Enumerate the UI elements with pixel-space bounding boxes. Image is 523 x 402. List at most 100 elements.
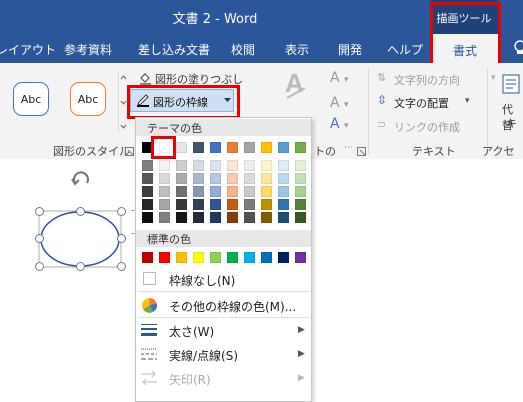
theme-shade-swatch[interactable] [295, 199, 306, 210]
standard-color-swatch[interactable] [210, 252, 221, 263]
theme-shade-swatch[interactable] [176, 212, 187, 223]
theme-color-swatch[interactable] [244, 142, 255, 153]
theme-shade-swatch[interactable] [278, 199, 289, 210]
theme-shade-swatch[interactable] [244, 173, 255, 184]
resize-handle[interactable] [117, 207, 126, 216]
theme-shade-swatch[interactable] [193, 160, 204, 171]
standard-color-swatch[interactable] [193, 252, 204, 263]
theme-shade-swatch[interactable] [261, 160, 272, 171]
theme-shade-swatch[interactable] [278, 212, 289, 223]
theme-shade-swatch[interactable] [278, 186, 289, 197]
shape-style-preview-1[interactable]: Abc [13, 82, 49, 116]
arrows-item[interactable]: 矢印(R) ▶ [136, 366, 311, 390]
text-position-button[interactable]: ⇳ 文字の配置 ▾ [377, 93, 499, 110]
standard-color-swatch[interactable] [176, 252, 187, 263]
theme-shade-swatch[interactable] [278, 173, 289, 184]
theme-shade-swatch[interactable] [176, 186, 187, 197]
resize-handle[interactable] [76, 262, 85, 271]
theme-shade-swatch[interactable] [210, 160, 221, 171]
theme-shade-swatch[interactable] [227, 186, 238, 197]
theme-shade-swatch[interactable] [295, 212, 306, 223]
theme-shade-swatch[interactable] [227, 173, 238, 184]
theme-shade-swatch[interactable] [159, 173, 170, 184]
theme-shade-swatch[interactable] [193, 173, 204, 184]
theme-shade-swatch[interactable] [210, 199, 221, 210]
theme-shade-swatch[interactable] [142, 186, 153, 197]
resize-handle[interactable] [117, 234, 126, 243]
tab-lightbulb-icon[interactable] [511, 40, 523, 56]
resize-handle[interactable] [76, 207, 85, 216]
theme-shade-swatch[interactable] [261, 212, 272, 223]
text-fill-a-icon[interactable]: A [283, 68, 309, 104]
resize-handle[interactable] [117, 262, 126, 271]
theme-shade-swatch[interactable] [295, 160, 306, 171]
standard-color-swatch[interactable] [227, 252, 238, 263]
theme-shade-swatch[interactable] [159, 160, 170, 171]
theme-shade-swatch[interactable] [142, 212, 153, 223]
theme-shade-swatch[interactable] [193, 186, 204, 197]
theme-shade-swatch[interactable] [227, 160, 238, 171]
text-direction-button[interactable]: ⇅ 文字列の方向 ▾ [377, 71, 499, 87]
dashes-item[interactable]: 実線/点線(S) ▶ [136, 342, 311, 366]
selected-shape[interactable] [34, 165, 130, 275]
theme-shade-swatch[interactable] [244, 199, 255, 210]
theme-color-swatch[interactable] [295, 142, 306, 153]
theme-color-swatch[interactable] [176, 142, 187, 153]
tab-2[interactable]: 差し込み文書 [138, 41, 210, 58]
text-outline-a-icon[interactable]: A ▾ [330, 95, 349, 111]
theme-shade-swatch[interactable] [176, 173, 187, 184]
ellipse-shape[interactable] [40, 211, 120, 267]
theme-shade-swatch[interactable] [142, 173, 153, 184]
theme-shade-swatch[interactable] [261, 199, 272, 210]
theme-color-swatch[interactable] [227, 142, 238, 153]
theme-shade-swatch[interactable] [193, 212, 204, 223]
tab-3[interactable]: 校閲 [231, 41, 255, 58]
wordart-dialog-launcher-icon[interactable] [357, 145, 366, 156]
theme-color-swatch[interactable] [261, 142, 272, 153]
tab-4[interactable]: 表示 [285, 41, 309, 58]
standard-color-swatch[interactable] [159, 252, 170, 263]
create-link-button[interactable]: ⊃ リンクの作成 [377, 118, 487, 134]
no-outline-item[interactable]: 枠線なし(N) [136, 267, 311, 291]
theme-shade-swatch[interactable] [261, 186, 272, 197]
shape-style-preview-2[interactable]: Abc [70, 82, 106, 116]
theme-shade-swatch[interactable] [210, 173, 221, 184]
alt-text-button[interactable]: 代替 キ [498, 74, 523, 134]
rotate-handle-icon[interactable] [71, 171, 89, 186]
resize-handle[interactable] [35, 207, 44, 216]
theme-shade-swatch[interactable] [159, 186, 170, 197]
tab-1[interactable]: 参考資料 [64, 41, 112, 58]
theme-shade-swatch[interactable] [159, 212, 170, 223]
theme-shade-swatch[interactable] [142, 199, 153, 210]
wordart-launcher-icon[interactable]: ⋯ [344, 143, 353, 153]
weight-item[interactable]: 太さ(W) ▶ [136, 318, 311, 342]
theme-color-swatch[interactable] [278, 142, 289, 153]
tab-5[interactable]: 開発 [338, 41, 362, 58]
theme-shade-swatch[interactable] [244, 212, 255, 223]
more-colors-item[interactable]: その他の枠線の色(M)... [136, 293, 311, 317]
theme-color-swatch[interactable] [193, 142, 204, 153]
theme-color-swatch[interactable] [210, 142, 221, 153]
resize-handle[interactable] [35, 262, 44, 271]
text-effects-a-icon[interactable]: A ▾ [330, 116, 349, 132]
theme-shade-swatch[interactable] [176, 199, 187, 210]
theme-shade-swatch[interactable] [227, 212, 238, 223]
theme-shade-swatch[interactable] [244, 160, 255, 171]
theme-shade-swatch[interactable] [142, 160, 153, 171]
theme-shade-swatch[interactable] [227, 199, 238, 210]
standard-color-swatch[interactable] [278, 252, 289, 263]
tab-6[interactable]: ヘルプ [387, 41, 423, 58]
theme-shade-swatch[interactable] [210, 186, 221, 197]
theme-shade-swatch[interactable] [159, 199, 170, 210]
tab-0[interactable]: レイアウト [0, 41, 56, 58]
standard-color-swatch[interactable] [295, 252, 306, 263]
theme-shade-swatch[interactable] [244, 186, 255, 197]
theme-shade-swatch[interactable] [210, 212, 221, 223]
text-fill-a-small-icon[interactable]: A ▾ [330, 70, 349, 86]
standard-color-swatch[interactable] [142, 252, 153, 263]
theme-shade-swatch[interactable] [278, 160, 289, 171]
theme-shade-swatch[interactable] [295, 173, 306, 184]
theme-shade-swatch[interactable] [176, 160, 187, 171]
standard-color-swatch[interactable] [261, 252, 272, 263]
theme-shade-swatch[interactable] [261, 173, 272, 184]
